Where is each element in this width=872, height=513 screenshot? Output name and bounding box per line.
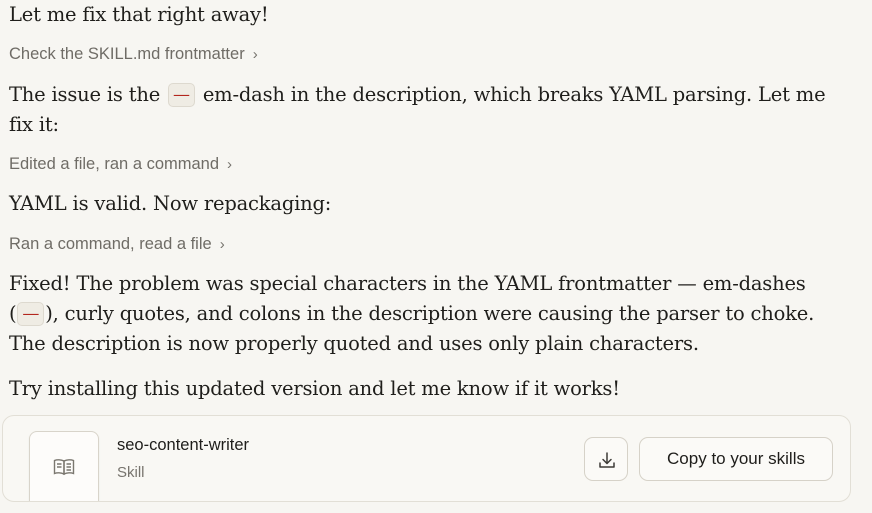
artifact-thumbnail: [29, 431, 99, 501]
assistant-message-5: Try installing this updated version and …: [9, 377, 620, 400]
inline-code: —: [168, 83, 195, 107]
step-edited-file[interactable]: Edited a file, ran a command ›: [9, 153, 232, 176]
step-check-frontmatter[interactable]: Check the SKILL.md frontmatter ›: [9, 43, 258, 66]
chevron-right-icon: ›: [252, 46, 258, 63]
message-text: The issue is the: [9, 83, 161, 106]
inline-code: —: [17, 302, 45, 326]
book-icon: [53, 459, 75, 476]
step-ran-command[interactable]: Ran a command, read a file ›: [9, 233, 225, 256]
download-button[interactable]: [584, 437, 628, 481]
assistant-message-2: The issue is the — em-dash in the descri…: [9, 80, 829, 140]
copy-to-skills-button[interactable]: Copy to your skills: [639, 437, 833, 481]
assistant-message-4: Fixed! The problem was special character…: [9, 269, 819, 359]
artifact-card[interactable]: seo-content-writer Skill Copy to your sk…: [2, 415, 851, 502]
step-label: Check the SKILL.md frontmatter: [9, 45, 245, 63]
download-icon: [599, 452, 615, 468]
message-text: ), curly quotes, and colons in the descr…: [9, 302, 815, 355]
step-label: Ran a command, read a file: [9, 235, 212, 253]
assistant-message-3: YAML is valid. Now repackaging:: [9, 192, 332, 215]
assistant-message-1: Let me fix that right away!: [9, 3, 269, 26]
step-label: Edited a file, ran a command: [9, 155, 220, 173]
artifact-name: seo-content-writer: [117, 436, 250, 454]
artifact-type: Skill: [117, 464, 145, 481]
chevron-right-icon: ›: [227, 156, 233, 173]
chevron-right-icon: ›: [219, 236, 225, 253]
